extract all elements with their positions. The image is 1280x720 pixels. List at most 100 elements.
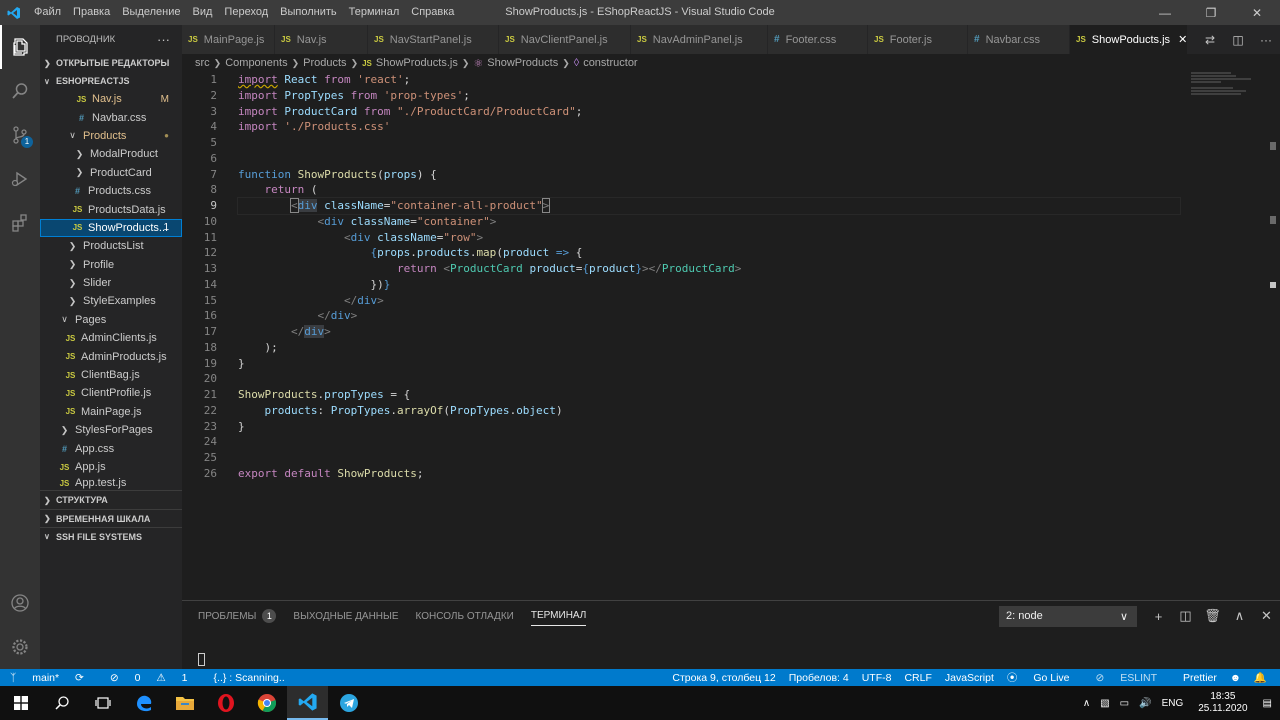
breadcrumb-item[interactable]: Products — [303, 57, 346, 69]
tree-item-styleexamples[interactable]: ❯ StyleExamples — [40, 292, 182, 310]
outline-section[interactable]: ❯ СТРУКТУРА — [40, 491, 182, 509]
search-taskbar-button[interactable] — [41, 686, 82, 720]
source-control-activity[interactable]: 1 — [0, 113, 40, 157]
tree-item-showproducts-js[interactable]: JS ShowProducts... 1 — [40, 218, 182, 238]
project-section[interactable]: ∨ ESHOPREACTJS — [40, 72, 182, 90]
tab-debug-console[interactable]: КОНСОЛЬ ОТЛАДКИ — [416, 601, 514, 631]
explorer-activity[interactable] — [0, 25, 40, 69]
tab-navbar-css[interactable]: # Navbar.css — [968, 25, 1070, 54]
new-terminal-icon[interactable]: + — [1145, 609, 1172, 624]
eslint-status[interactable]: ⊘ ESLINT — [1096, 672, 1171, 684]
tree-item-productcard[interactable]: ❯ ProductCard — [40, 164, 182, 182]
tree-item-modalproduct[interactable]: ❯ ModalProduct — [40, 145, 182, 163]
breadcrumb-item[interactable]: Components — [225, 57, 287, 69]
editor-scrollbar[interactable] — [1266, 72, 1280, 600]
battery-icon[interactable]: ▭ — [1120, 698, 1129, 709]
scanning-status[interactable]: {..} : Scanning.. — [214, 672, 285, 684]
problems-status[interactable]: ⊘ 0 ⚠ 1 — [110, 672, 201, 684]
menu-edit[interactable]: Правка — [67, 0, 116, 25]
tree-item-clientprofile-js[interactable]: JS ClientProfile.js — [40, 384, 182, 402]
open-changes-icon[interactable]: ⇄ — [1196, 33, 1224, 47]
run-debug-activity[interactable] — [0, 157, 40, 201]
minimize-button[interactable]: — — [1142, 0, 1188, 25]
split-editor-icon[interactable]: ◫ — [1224, 33, 1252, 47]
menu-help[interactable]: Справка — [405, 0, 460, 25]
trash-icon[interactable]: 🗑 — [1199, 608, 1226, 624]
split-terminal-icon[interactable]: ◫ — [1172, 608, 1199, 624]
more-actions-icon[interactable]: ··· — [157, 32, 170, 47]
explorer-taskbar-button[interactable] — [164, 686, 205, 720]
feedback-icon[interactable]: ☻ — [1230, 672, 1241, 684]
clock[interactable]: 18:35 25.11.2020 — [1198, 691, 1247, 715]
telegram-taskbar-button[interactable] — [328, 686, 369, 720]
tree-item-productslist[interactable]: ❯ ProductsList — [40, 237, 182, 255]
tab-navclientpanel[interactable]: JS NavClientPanel.js — [499, 25, 631, 54]
tab-nav[interactable]: JS Nav.js — [275, 25, 368, 54]
tree-item-profile[interactable]: ❯ Profile — [40, 256, 182, 274]
tree-item-stylesforpages[interactable]: ❯ StylesForPages — [40, 421, 182, 439]
start-button[interactable] — [0, 686, 41, 720]
vscode-taskbar-button[interactable] — [287, 686, 328, 720]
code-editor[interactable]: 1 2 3 4 5 6 7 8 9 10 11 12 13 14 15 16 17 18 19 20 21 22 23 24 2… — [182, 72, 1280, 600]
tree-item-adminclients-js[interactable]: JS AdminClients.js — [40, 329, 182, 347]
code-content[interactable]: import React from 'react'; import PropTy… — [237, 72, 1181, 482]
tab-navadminpanel[interactable]: JS NavAdminPanel.js — [631, 25, 768, 54]
breadcrumb-item[interactable]: ShowProducts — [487, 57, 558, 69]
tab-problems[interactable]: ПРОБЛЕМЫ 1 — [198, 601, 277, 631]
network-icon[interactable]: ▧ — [1100, 698, 1109, 709]
tab-footer-js[interactable]: JS Footer.js — [868, 25, 968, 54]
tree-item-pages-folder[interactable]: ∨ Pages — [40, 311, 182, 329]
terminal-select[interactable]: 2: node ∨ — [999, 605, 1137, 627]
accounts-activity[interactable] — [0, 581, 40, 625]
tree-item-products-folder[interactable]: ∨ Products ● — [40, 127, 182, 145]
tree-item-nav-js[interactable]: JS Nav.js M — [40, 90, 182, 108]
breadcrumb-item[interactable]: constructor — [583, 57, 637, 69]
close-tab-icon[interactable]: ✕ — [1178, 33, 1187, 46]
go-live-button[interactable]: ⦿ Go Live — [1007, 670, 1083, 685]
branch-status[interactable]: ᛉ main* ⟳ — [10, 672, 97, 684]
tree-item-clientbag-js[interactable]: JS ClientBag.js — [40, 366, 182, 384]
chevron-up-icon[interactable]: ∧ — [1226, 608, 1253, 624]
tab-terminal[interactable]: ТЕРМИНАЛ — [530, 606, 587, 626]
menu-view[interactable]: Вид — [187, 0, 219, 25]
encoding[interactable]: UTF-8 — [862, 672, 892, 684]
tree-item-productsdata-js[interactable]: JS ProductsData.js — [40, 200, 182, 218]
edge-taskbar-button[interactable] — [123, 686, 164, 720]
breadcrumb-item[interactable]: ShowProducts.js — [376, 57, 458, 69]
menu-selection[interactable]: Выделение — [116, 0, 186, 25]
tree-item-app-css[interactable]: # App.css — [40, 439, 182, 457]
vscode-logo-icon[interactable] — [0, 0, 28, 25]
tree-item-app-js[interactable]: JS App.js — [40, 458, 182, 476]
more-actions-icon[interactable]: ··· — [1252, 33, 1280, 47]
tree-item-navbar-css[interactable]: # Navbar.css — [40, 108, 182, 126]
notification-center-icon[interactable]: ▤ — [1263, 698, 1272, 709]
minimap[interactable] — [1191, 72, 1266, 122]
opera-taskbar-button[interactable] — [205, 686, 246, 720]
close-window-button[interactable]: ✕ — [1234, 0, 1280, 25]
notifications-icon[interactable]: 🔔 — [1254, 671, 1267, 684]
tree-item-app-test-js[interactable]: JS App.test.js — [40, 476, 182, 490]
maximize-button[interactable]: ❐ — [1188, 0, 1234, 25]
chevron-up-icon[interactable]: ∧ — [1083, 698, 1090, 709]
menu-run[interactable]: Выполнить — [274, 0, 342, 25]
cursor-position[interactable]: Строка 9, столбец 12 — [672, 672, 775, 684]
menu-go[interactable]: Переход — [218, 0, 274, 25]
tab-navstartpanel[interactable]: JS NavStartPanel.js — [368, 25, 499, 54]
tree-item-adminproducts-js[interactable]: JS AdminProducts.js — [40, 347, 182, 365]
manage-activity[interactable] — [0, 625, 40, 669]
language-mode[interactable]: JavaScript — [945, 672, 994, 684]
open-editors-section[interactable]: ❯ ОТКРЫТЫЕ РЕДАКТОРЫ — [40, 54, 182, 72]
task-view-button[interactable] — [82, 686, 123, 720]
volume-icon[interactable]: 🔊 — [1139, 698, 1151, 709]
tab-output[interactable]: ВЫХОДНЫЕ ДАННЫЕ — [293, 601, 398, 631]
indentation[interactable]: Пробелов: 4 — [789, 672, 849, 684]
tab-footer-css[interactable]: # Footer.css — [768, 25, 868, 54]
extensions-activity[interactable] — [0, 201, 40, 245]
input-language[interactable]: ENG — [1162, 698, 1184, 709]
chrome-taskbar-button[interactable] — [246, 686, 287, 720]
tree-item-products-css[interactable]: # Products.css — [40, 182, 182, 200]
tab-mainpage[interactable]: JS MainPage.js — [182, 25, 275, 54]
search-activity[interactable] — [0, 69, 40, 113]
close-panel-icon[interactable]: ✕ — [1253, 608, 1280, 624]
prettier-status[interactable]: Prettier — [1183, 672, 1217, 684]
